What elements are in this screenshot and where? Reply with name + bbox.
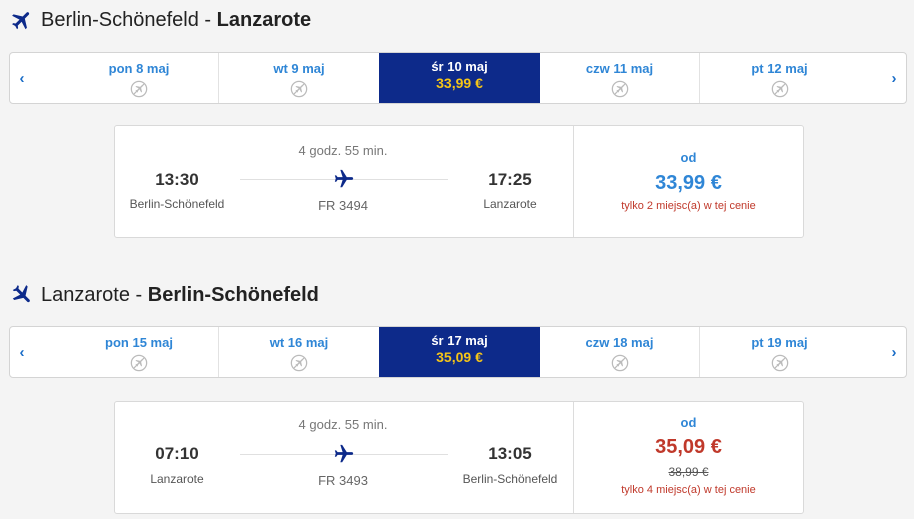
- date-option[interactable]: wt 9 maj: [218, 53, 379, 103]
- date-option[interactable]: pon 15 maj: [60, 327, 218, 377]
- arrival-time: 13:05: [488, 444, 532, 463]
- date-label: śr 10 maj: [431, 59, 488, 74]
- date-option[interactable]: pon 8 maj: [60, 53, 218, 103]
- date-option-selected[interactable]: śr 17 maj 35,09 €: [379, 327, 540, 377]
- no-flight-icon: [290, 80, 308, 98]
- inbound-flight-card[interactable]: 07:10 Lanzarote 4 godz. 55 min. FR 3493 …: [114, 401, 804, 514]
- fare-price[interactable]: 35,09 €: [574, 436, 803, 459]
- arrival-airport: Lanzarote: [483, 197, 537, 211]
- fare-price[interactable]: 33,99 €: [574, 172, 803, 195]
- no-flight-icon: [771, 80, 789, 98]
- flight-number: FR 3494: [318, 198, 368, 213]
- next-dates-button[interactable]: ›: [884, 53, 904, 103]
- date-label: pon 15 maj: [105, 335, 173, 350]
- seats-remaining-note: tylko 2 miejsc(a) w tej cenie: [621, 200, 756, 212]
- date-price: 33,99 €: [436, 75, 483, 91]
- date-label: śr 17 maj: [431, 333, 488, 348]
- route-origin: Lanzarote: [41, 283, 130, 306]
- plane-icon: [333, 443, 355, 465]
- prev-dates-button[interactable]: ‹: [12, 327, 32, 377]
- outbound-flight-card[interactable]: 13:30 Berlin-Schönefeld 4 godz. 55 min. …: [114, 125, 804, 238]
- prev-dates-button[interactable]: ‹: [12, 53, 32, 103]
- seats-remaining-note: tylko 4 miejsc(a) w tej cenie: [621, 484, 756, 496]
- date-label: czw 18 maj: [585, 335, 654, 350]
- plane-icon: [5, 278, 39, 312]
- arrival-airport: Berlin-Schönefeld: [462, 472, 558, 486]
- departure-time: 13:30: [155, 170, 199, 189]
- inbound-title: Lanzarote - Berlin-Schönefeld: [10, 280, 319, 310]
- price-from-label: od: [680, 415, 697, 430]
- no-flight-icon: [130, 80, 148, 98]
- no-flight-icon: [771, 354, 789, 372]
- date-option[interactable]: pt 12 maj: [699, 53, 859, 103]
- departure-time: 07:10: [155, 444, 199, 463]
- route-destination: Berlin-Schönefeld: [147, 283, 319, 306]
- original-price: 38,99 €: [668, 465, 709, 479]
- route-separator: -: [198, 8, 217, 31]
- route-origin: Berlin-Schönefeld: [41, 8, 199, 31]
- plane-icon: [333, 168, 355, 190]
- plane-icon: [5, 3, 39, 37]
- date-option-selected[interactable]: śr 10 maj 33,99 €: [379, 53, 540, 103]
- date-price: 35,09 €: [436, 349, 483, 365]
- inbound-date-bar: ‹ pon 15 maj wt 16 maj śr 17 maj 35,09 €…: [9, 326, 907, 378]
- date-label: pt 12 maj: [751, 61, 808, 76]
- outbound-date-bar: ‹ pon 8 maj wt 9 maj śr 10 maj 33,99 € c…: [9, 52, 907, 104]
- departure-airport: Lanzarote: [150, 472, 204, 486]
- date-label: czw 11 maj: [585, 61, 654, 76]
- date-label: wt 9 maj: [273, 61, 325, 76]
- next-dates-button[interactable]: ›: [884, 327, 904, 377]
- arrival-time: 17:25: [488, 170, 532, 189]
- date-label: pon 8 maj: [108, 61, 170, 76]
- no-flight-icon: [611, 80, 629, 98]
- no-flight-icon: [290, 354, 308, 372]
- date-label: pt 19 maj: [751, 335, 808, 350]
- flight-duration: 4 godz. 55 min.: [298, 417, 388, 432]
- route-separator: -: [129, 283, 148, 306]
- date-option[interactable]: wt 16 maj: [218, 327, 379, 377]
- route-destination: Lanzarote: [216, 8, 312, 31]
- date-option[interactable]: czw 18 maj: [540, 327, 699, 377]
- date-label: wt 16 maj: [269, 335, 329, 350]
- date-option[interactable]: czw 11 maj: [540, 53, 699, 103]
- flight-duration: 4 godz. 55 min.: [298, 143, 388, 158]
- outbound-title: Berlin-Schönefeld - Lanzarote: [10, 5, 311, 35]
- date-option[interactable]: pt 19 maj: [699, 327, 859, 377]
- no-flight-icon: [611, 354, 629, 372]
- price-from-label: od: [680, 150, 697, 165]
- no-flight-icon: [130, 354, 148, 372]
- flight-number: FR 3493: [318, 473, 368, 488]
- departure-airport: Berlin-Schönefeld: [129, 197, 225, 211]
